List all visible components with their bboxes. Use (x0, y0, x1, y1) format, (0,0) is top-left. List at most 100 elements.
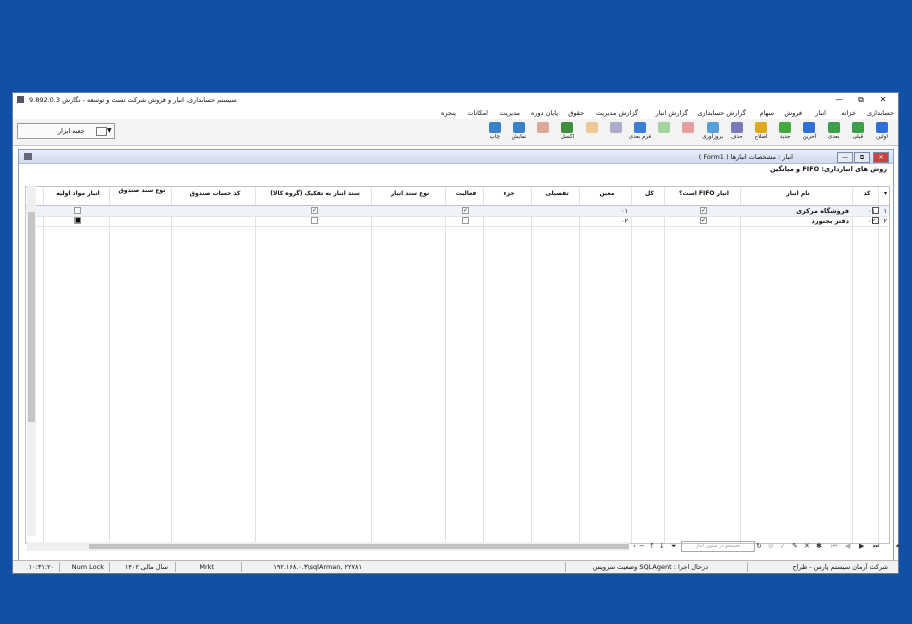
column-header-hesab[interactable]: کد حساب صندوق (176, 190, 254, 198)
menu-shares[interactable]: سهام (760, 109, 774, 117)
grid-search-input[interactable]: جستجو در ستون انبار (681, 541, 755, 552)
column-header-kol[interactable]: کل (636, 190, 663, 198)
form-close-button[interactable]: ✕ (873, 152, 889, 163)
refresh-icon[interactable]: ↻ (756, 542, 762, 550)
form-restore-button[interactable]: ⧉ (854, 152, 870, 163)
next-form-button[interactable]: فرم بعدی (628, 120, 652, 144)
confirm-button[interactable] (652, 120, 676, 144)
menu-accounting-report[interactable]: گزارش حسابداری (697, 109, 746, 117)
grid-column-divider (531, 187, 532, 543)
next-button[interactable]: بعدی (822, 120, 846, 144)
maximize-button[interactable]: ⧉ (852, 94, 870, 106)
edit-icon[interactable]: ✎ (792, 542, 798, 550)
last-record-icon[interactable]: ⏭ (873, 542, 879, 551)
column-header-faaliat[interactable]: فعالیت (450, 190, 482, 198)
delete-button[interactable]: حذف (725, 120, 749, 144)
grid-navigator: ‹ − ↑ ↓ ⏷ جستجو در ستون انبار ↻ ⊘ ✓ ✎ ✕ … (631, 541, 901, 552)
minimize-button[interactable]: — (830, 94, 848, 106)
column-header-tafsili[interactable]: تفصیلی (536, 190, 578, 198)
form-minimize-button[interactable]: — (837, 152, 853, 163)
sort-down-icon[interactable]: ↓ (659, 542, 665, 550)
menu-accounting[interactable]: حسابداری (867, 109, 894, 117)
horizontal-scroll-thumb[interactable] (89, 544, 629, 549)
title-bar: سیستم حسابداری، انبار و فروش شرکت تست و … (13, 93, 898, 107)
menu-toggle-icon[interactable]: ⏶ (895, 542, 901, 551)
menu-management[interactable]: مدیریت (500, 109, 520, 117)
cancel-icon[interactable]: ⊘ (768, 542, 774, 550)
status-bar: شرکت آرمان سیستم پارس - طراح درحال اجرا … (13, 560, 898, 573)
toolbox-icon (96, 127, 107, 136)
refresh-button[interactable]: بروزآوری (701, 120, 725, 144)
menu-facilities[interactable]: امکانات (467, 109, 488, 117)
horizontal-scrollbar[interactable] (27, 542, 629, 551)
toolbox-combo[interactable]: جعبه ابزار ▼ (17, 123, 115, 139)
cell-mavad-checkbox[interactable]: ■ (74, 217, 81, 224)
chart-button[interactable] (580, 120, 604, 144)
next-record-icon[interactable]: ▶ (859, 542, 864, 550)
lock-button[interactable] (604, 120, 628, 144)
column-header-naveSandogh[interactable]: نوع سند صندوق (114, 187, 170, 195)
cancel-button[interactable] (676, 120, 700, 144)
excel-button[interactable]: اکسل (555, 120, 579, 144)
filter-icon[interactable]: ⏷ (671, 542, 677, 551)
column-header-mavad[interactable]: انبار مواد اولیه (48, 190, 108, 198)
menu-management-report[interactable]: گزارش مدیریت (596, 109, 638, 117)
preview-icon (513, 122, 525, 133)
confirm-icon (658, 122, 671, 133)
close-button[interactable]: ✕ (874, 94, 892, 106)
cell-tafkik-checkbox[interactable]: ✓ (311, 207, 318, 214)
menu-window[interactable]: پنجره (441, 109, 456, 117)
menu-payroll[interactable]: حقوق (568, 109, 584, 117)
chevron-left-icon[interactable]: ‹ (633, 542, 636, 550)
cell-faaliat-checkbox[interactable]: ✓ (462, 207, 469, 214)
sort-up-icon[interactable]: ↑ (649, 542, 655, 550)
cell-name[interactable]: فروشگاه مرکزی (796, 207, 849, 215)
vertical-scroll-thumb[interactable] (28, 212, 35, 422)
cell-name[interactable]: دفتر بجنورد (812, 217, 849, 225)
cell-tafkik-checkbox[interactable] (311, 217, 318, 224)
preview-label: نمایش (511, 134, 527, 140)
first-record-icon[interactable]: ⏮ (831, 542, 837, 551)
last-icon (803, 122, 816, 133)
column-header-name[interactable]: نام انبار (745, 190, 851, 198)
grid-column-divider (579, 187, 580, 543)
delete-icon[interactable]: ✕ (804, 542, 810, 550)
preview-button[interactable]: نمایش (507, 120, 531, 144)
pencil-button[interactable] (531, 120, 555, 144)
menu-sales[interactable]: فروش (784, 109, 802, 117)
confirm-icon[interactable]: ✓ (780, 542, 786, 550)
cell-fifo-checkbox[interactable]: ✓ (700, 207, 707, 214)
menu-period-end[interactable]: پایان دوره (531, 109, 558, 117)
menu-treasury[interactable]: خزانه (841, 109, 856, 117)
column-header-fifo[interactable]: انبار FIFO است؟ (669, 190, 739, 198)
data-grid[interactable]: کد نام انبار انبار FIFO است؟ کل معین تفصیلی جز… (25, 186, 890, 544)
print-button[interactable]: چاپ (483, 120, 507, 144)
printer-icon[interactable] (24, 153, 32, 160)
cell-code[interactable]: ۰۱ (868, 207, 875, 215)
last-button[interactable]: آخرین (797, 120, 821, 144)
edit-button[interactable]: اصلاح (749, 120, 773, 144)
column-header-moein[interactable]: معین (584, 190, 630, 198)
column-header-tafkik[interactable]: سند انبار به تفکیک (گروه کالا) (260, 190, 370, 198)
grid-column-divider (483, 187, 484, 543)
vertical-scrollbar[interactable] (27, 186, 36, 536)
previous-button[interactable]: قبلی (846, 120, 870, 144)
column-header-naveAnbar[interactable]: نوع سند انبار (376, 190, 444, 198)
menu-warehouse[interactable]: انبار (815, 109, 826, 117)
new-button[interactable]: جدید (773, 120, 797, 144)
column-header-code[interactable]: کد (857, 190, 877, 198)
table-row[interactable]: ۲ ۰۲ دفتر بجنورد ۰۲ ✓ ■ (26, 216, 889, 227)
cell-moein[interactable]: ۰۲ (621, 217, 628, 225)
column-header-joz[interactable]: جزء (488, 190, 530, 198)
cell-faaliat-checkbox[interactable] (462, 217, 469, 224)
prev-record-icon[interactable]: ◀ (845, 542, 850, 550)
minus-icon[interactable]: − (639, 542, 645, 550)
insert-icon[interactable]: ✱ (816, 542, 822, 550)
chevron-down-icon[interactable]: ▼ (107, 124, 112, 138)
menu-warehouse-report[interactable]: گزارش انبار (656, 109, 688, 117)
first-button[interactable]: اولین (870, 120, 894, 144)
cell-code[interactable]: ۰۲ (868, 217, 875, 225)
cell-mavad-checkbox[interactable] (74, 207, 81, 214)
cell-fifo-checkbox[interactable]: ✓ (700, 217, 707, 224)
cell-moein[interactable]: ۰۱ (621, 207, 628, 215)
